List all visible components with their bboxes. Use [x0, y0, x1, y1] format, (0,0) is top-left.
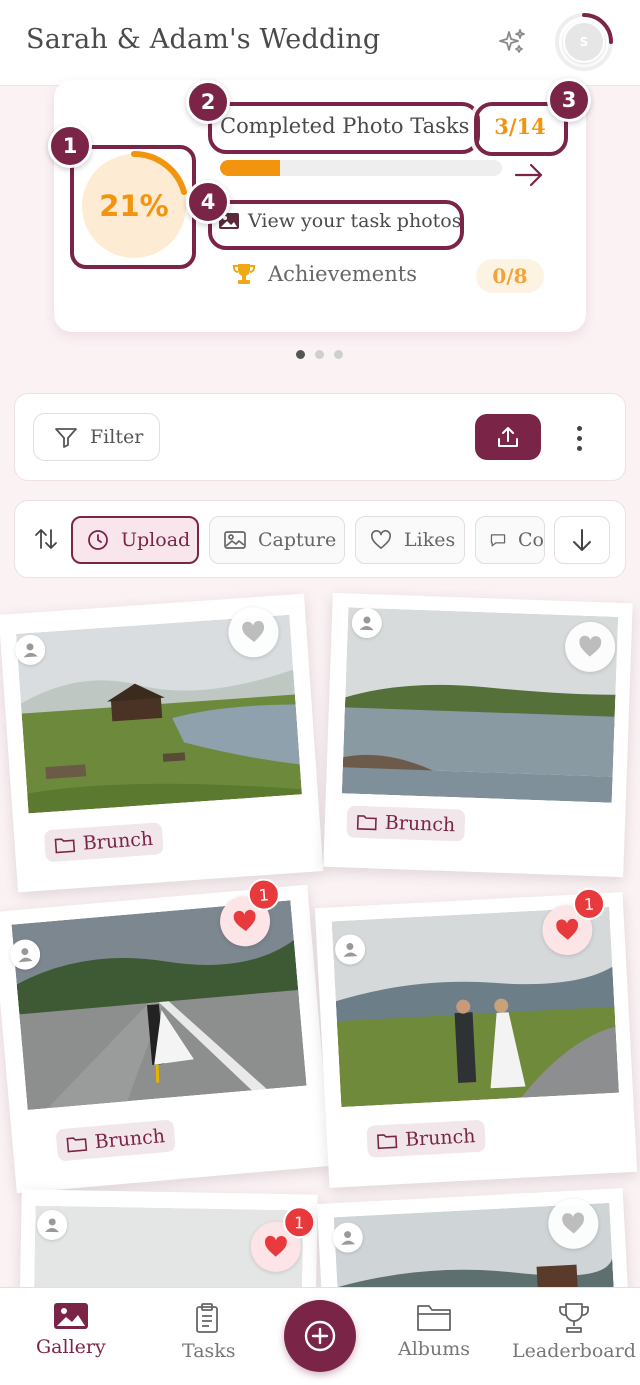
nav-label: Tasks	[182, 1340, 236, 1362]
album-tag[interactable]: Brunch	[366, 1119, 487, 1158]
trophy-icon	[233, 264, 255, 284]
like-count-badge: 1	[282, 1206, 316, 1239]
sort-direction-button[interactable]	[554, 516, 610, 564]
heart-icon	[242, 620, 265, 643]
heart-outline-icon	[371, 530, 391, 549]
photo-card[interactable]: Brunch	[0, 593, 324, 893]
heart-filled-icon	[556, 918, 578, 940]
album-tag-label: Brunch	[384, 811, 456, 837]
nav-label: Leaderboard	[512, 1340, 636, 1362]
nav-item-albums[interactable]: Albums	[398, 1302, 470, 1360]
carousel-dot[interactable]	[296, 350, 305, 359]
sort-chip-capture[interactable]: Capture	[209, 516, 345, 564]
arrow-right-icon[interactable]	[514, 162, 544, 192]
carousel-dot[interactable]	[315, 350, 324, 359]
achievements-label: Achievements	[268, 262, 417, 286]
profile-avatar[interactable]: S	[554, 12, 614, 72]
heart-icon	[579, 635, 602, 657]
sort-chip-label: Upload	[121, 529, 191, 551]
nav-item-leaderboard[interactable]: Leaderboard	[512, 1302, 636, 1362]
nav-item-tasks[interactable]: Tasks	[182, 1302, 236, 1362]
arrow-down-icon	[573, 529, 591, 551]
tour-step-badge[interactable]: 4	[186, 180, 230, 224]
heart-filled-icon	[233, 909, 256, 932]
achievements-count: 0/8	[476, 259, 544, 293]
sort-chip-upload[interactable]: Upload	[71, 516, 199, 564]
heart-filled-icon	[265, 1235, 287, 1257]
tour-highlight-tasks-label	[208, 102, 480, 154]
album-tag[interactable]: Brunch	[346, 805, 466, 842]
album-tag[interactable]: Brunch	[55, 1119, 177, 1162]
avatar: S	[563, 21, 605, 63]
sort-chip-label: Capture	[258, 529, 337, 551]
tour-step-badge[interactable]: 3	[547, 78, 591, 122]
album-tag-label: Brunch	[404, 1125, 477, 1151]
photo-card[interactable]: 1 Brunch	[314, 887, 638, 1188]
tour-highlight-progress-ring	[70, 145, 196, 269]
filter-toolbar: Filter	[14, 393, 626, 481]
sort-chip-likes[interactable]: Likes	[355, 516, 465, 564]
app-header: Sarah & Adam's Wedding S	[0, 0, 640, 86]
filter-button[interactable]: Filter	[33, 413, 160, 461]
filter-icon	[55, 428, 77, 448]
plus-circle-icon	[304, 1320, 336, 1352]
photo-card[interactable]: Brunch	[323, 592, 633, 878]
sparkles-icon[interactable]	[496, 26, 528, 58]
tour-step-badge[interactable]: 1	[48, 124, 92, 168]
tasks-progress-fill	[220, 160, 281, 176]
upload-button[interactable]	[475, 414, 541, 460]
folder-icon	[356, 815, 377, 831]
photo-card[interactable]: 1 Brunch	[0, 877, 332, 1194]
sort-toolbar: Upload Capture Likes Co	[14, 500, 626, 578]
sort-chip-comments[interactable]: Co	[475, 516, 545, 564]
sort-toggle-icon[interactable]	[33, 526, 59, 556]
album-tag-label: Brunch	[93, 1125, 166, 1154]
bottom-nav: Gallery Tasks Albums Leaderboard	[0, 1287, 640, 1385]
folder-icon	[417, 1305, 451, 1331]
image-icon	[224, 531, 246, 549]
upload-icon	[498, 427, 518, 447]
gallery-icon	[53, 1303, 88, 1329]
folder-icon	[377, 1134, 398, 1150]
add-photo-button[interactable]	[284, 1300, 356, 1372]
folder-icon	[66, 1137, 88, 1153]
page-title: Sarah & Adam's Wedding	[26, 24, 381, 55]
comment-icon	[490, 534, 506, 547]
album-tag[interactable]: Brunch	[43, 822, 165, 863]
trophy-icon	[559, 1303, 589, 1333]
tour-highlight-view-photos	[208, 200, 464, 250]
achievements-row[interactable]: Achievements	[232, 262, 417, 286]
clock-icon	[88, 530, 108, 550]
heart-icon	[562, 1212, 584, 1234]
more-options-icon[interactable]	[567, 418, 591, 458]
carousel-dot[interactable]	[334, 350, 343, 359]
nav-label: Gallery	[36, 1336, 106, 1358]
nav-label: Albums	[398, 1338, 470, 1360]
sort-chip-label: Co	[518, 529, 544, 551]
filter-label: Filter	[90, 426, 144, 448]
album-tag-label: Brunch	[82, 827, 154, 855]
tasks-progress-bar	[220, 160, 502, 176]
sort-chip-label: Likes	[404, 529, 456, 551]
folder-icon	[54, 838, 76, 854]
tour-step-badge[interactable]: 2	[186, 80, 230, 124]
clipboard-icon	[195, 1303, 218, 1333]
nav-item-gallery[interactable]: Gallery	[36, 1302, 106, 1358]
carousel-dots	[296, 350, 343, 359]
